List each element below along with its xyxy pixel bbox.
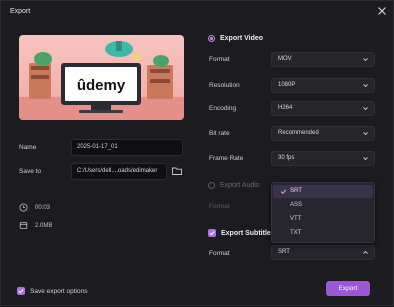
chevron-down-icon (363, 84, 368, 88)
close-icon (378, 7, 386, 15)
check-icon (280, 189, 287, 194)
dropdown-option-vtt[interactable]: VTT (273, 213, 373, 226)
export-subtitles-option[interactable]: Export Subtitles (208, 229, 275, 237)
dialog-footer: Save export options Export (1, 277, 394, 307)
export-subtitles-heading: Export Subtitles (221, 229, 275, 237)
format-label: Format (209, 56, 230, 63)
format-select[interactable]: MOV (271, 52, 375, 67)
bitrate-label: Bit rate (209, 130, 230, 137)
frame-rate-value: 30 fps (278, 155, 295, 161)
format-value: MOV (278, 56, 292, 62)
save-export-options-label: Save export options (30, 287, 88, 295)
resolution-label: Resolution (209, 82, 240, 89)
resolution-select[interactable]: 1080P (271, 78, 375, 93)
dropdown-option-srt[interactable]: SRT (273, 185, 373, 198)
clock-icon (19, 203, 28, 212)
browse-folder-button[interactable] (171, 165, 183, 177)
export-audio-option[interactable]: Export Audio (208, 182, 260, 189)
encoding-label: Encoding (209, 105, 237, 112)
subtitle-format-label: Format (209, 250, 230, 257)
dropdown-option-label: VTT (290, 216, 302, 222)
file-size-row: 2.0MB (19, 221, 52, 230)
preview-brand-text: ûdemy (77, 77, 126, 94)
dropdown-option-label: SRT (290, 188, 302, 194)
export-audio-radio[interactable] (208, 182, 215, 189)
dropdown-option-ass[interactable]: ASS (273, 199, 373, 212)
encoding-value: H264 (278, 105, 293, 111)
frame-rate-select[interactable]: 30 fps (271, 151, 375, 166)
chevron-down-icon (363, 157, 368, 161)
frame-rate-label: Frame Rate (209, 155, 244, 162)
check-icon (18, 289, 24, 294)
bitrate-value: Recommended (278, 130, 319, 136)
encoding-select[interactable]: H264 (271, 101, 375, 116)
folder-icon (172, 167, 182, 175)
export-dialog: Export ûdemy Name 2025-01-17_01 Save to … (0, 0, 394, 306)
file-size-value: 2.0MB (35, 222, 53, 229)
dropdown-option-label: TXT (290, 230, 302, 236)
chevron-down-icon (363, 107, 368, 111)
duration-value: 00:03 (35, 204, 51, 211)
title-bar: Export (1, 1, 394, 23)
name-input[interactable]: 2025-01-17_01 (71, 139, 183, 156)
chevron-down-icon (363, 58, 368, 62)
bitrate-select[interactable]: Recommended (271, 126, 375, 141)
file-icon (19, 222, 28, 229)
preview-image: ûdemy (19, 35, 184, 120)
export-video-option[interactable]: Export Video (208, 35, 263, 42)
chevron-down-icon (363, 132, 368, 136)
name-label: Name (19, 144, 37, 151)
close-button[interactable] (375, 4, 389, 18)
chevron-up-icon (363, 250, 368, 254)
check-icon (209, 231, 215, 236)
export-video-heading: Export Video (220, 35, 264, 42)
dropdown-option-label: ASS (290, 202, 303, 208)
dialog-title: Export (10, 8, 31, 15)
video-preview-thumbnail: ûdemy (19, 35, 184, 120)
duration-row: 00:03 (19, 203, 50, 212)
export-button[interactable]: Export (326, 281, 370, 296)
dropdown-option-txt[interactable]: TXT (273, 227, 373, 240)
export-video-radio[interactable] (208, 35, 215, 42)
subtitle-format-value: SRT (278, 249, 290, 255)
audio-format-label: Format (209, 203, 230, 210)
save-export-options-checkbox[interactable] (17, 287, 25, 295)
export-subtitles-checkbox[interactable] (208, 229, 216, 237)
export-audio-heading: Export Audio (220, 182, 260, 189)
subtitle-format-dropdown: SRT ASS VTT TXT (271, 182, 375, 243)
subtitle-format-select[interactable]: SRT (271, 245, 375, 260)
save-path-input[interactable]: C:/Users/dell....oads/edimaker (71, 163, 167, 180)
save-to-label: Save to (19, 168, 42, 175)
save-export-options-toggle[interactable]: Save export options (17, 287, 87, 295)
resolution-value: 1080P (278, 82, 296, 88)
